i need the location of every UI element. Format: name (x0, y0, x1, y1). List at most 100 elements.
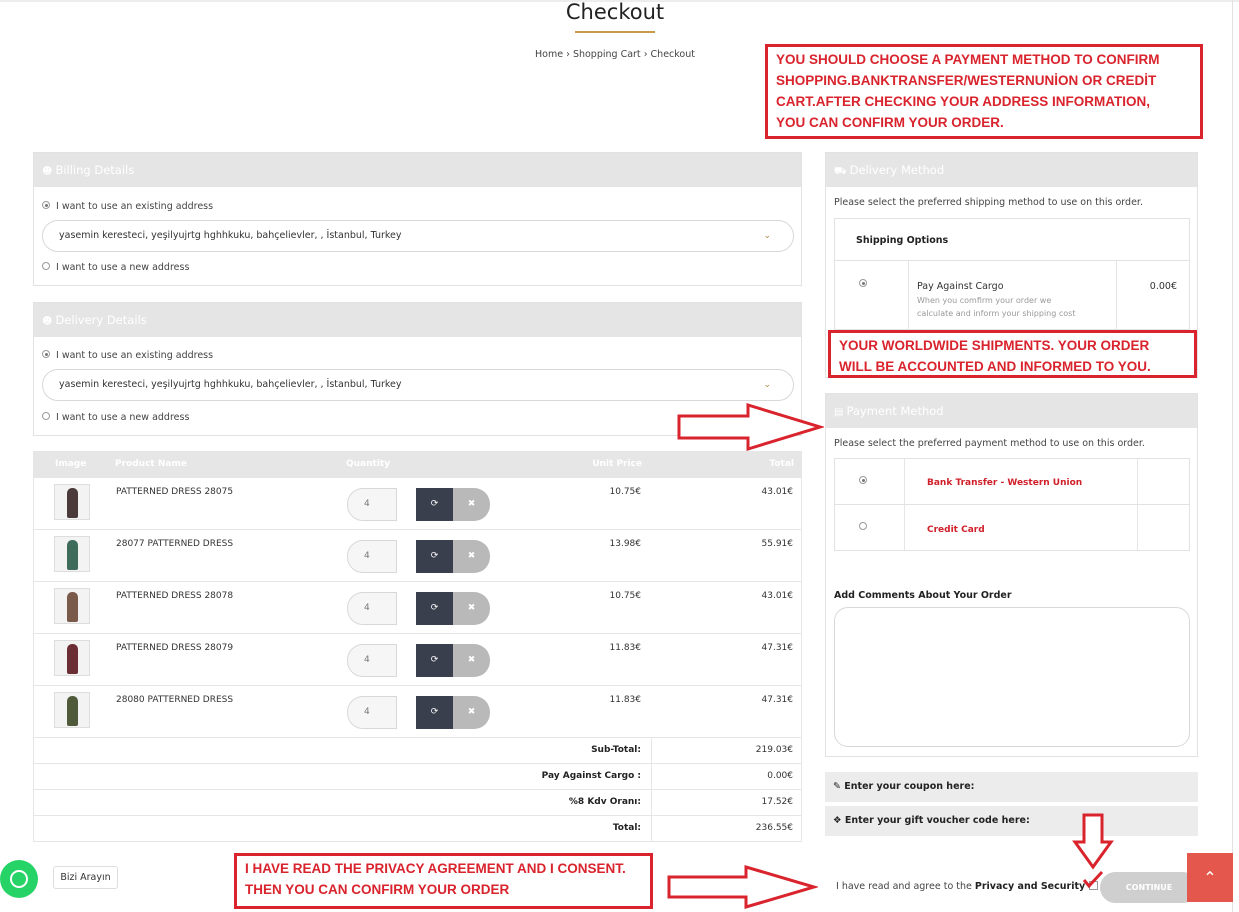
quantity-input[interactable]: 4 (347, 696, 397, 729)
refresh-button[interactable]: ⟳ (416, 644, 453, 677)
annotation-line: THEN YOU CAN CONFIRM YOUR ORDER (245, 882, 510, 897)
shipping-option-row[interactable]: Pay Against Cargo When you comfirm your … (834, 260, 1190, 330)
quantity-input[interactable]: 4 (347, 488, 397, 521)
table-row: PATTERNED DRESS 28079 4 ⟳ ✖ 11.83€ 47.31… (33, 634, 802, 686)
total-label: Total: (612, 823, 641, 833)
billing-new-radio[interactable] (42, 262, 50, 270)
shipping-option-radio[interactable] (859, 279, 867, 287)
title-underline (575, 31, 655, 33)
line-total: 43.01€ (761, 487, 794, 497)
billing-existing-radio[interactable] (42, 201, 50, 209)
remove-button[interactable]: ✖ (453, 644, 490, 677)
coupon-toggle[interactable]: ✎ Enter your coupon here: (825, 772, 1198, 802)
gift-icon: ❖ (833, 815, 842, 826)
voucher-toggle[interactable]: ❖ Enter your gift voucher code here: (825, 806, 1198, 836)
checkout-page: Checkout Home › Shopping Cart › Checkout… (0, 0, 1239, 912)
product-thumbnail[interactable] (54, 588, 90, 624)
remove-icon: ✖ (467, 551, 476, 561)
dress-image (67, 696, 78, 726)
dress-image (67, 540, 78, 570)
product-name[interactable]: 28077 PATTERNED DRESS (116, 539, 233, 549)
quantity-input[interactable]: 4 (347, 540, 397, 573)
delivery-existing-label: I want to use an existing address (56, 350, 214, 361)
product-name[interactable]: PATTERNED DRESS 28075 (116, 487, 233, 497)
whatsapp-label[interactable]: Bizi Arayın (53, 866, 118, 889)
remove-button[interactable]: ✖ (453, 592, 490, 625)
agree-text: I have read and agree to the (836, 881, 972, 892)
annotation-line: YOU CAN CONFIRM YOUR ORDER. (776, 115, 1004, 130)
quantity-input[interactable]: 4 (347, 592, 397, 625)
breadcrumb-current: Checkout (650, 49, 695, 60)
payment-method-title: Payment Method (846, 404, 944, 418)
billing-existing-option[interactable]: I want to use an existing address (42, 201, 213, 212)
delivery-method-note: Please select the preferred shipping met… (834, 197, 1143, 208)
comments-textarea[interactable] (834, 607, 1190, 747)
remove-button[interactable]: ✖ (453, 540, 490, 573)
refresh-button[interactable]: ⟳ (416, 540, 453, 573)
delivery-existing-option[interactable]: I want to use an existing address (42, 350, 213, 361)
annotation-line: YOU SHOULD CHOOSE A PAYMENT METHOD TO CO… (776, 52, 1160, 67)
delivery-new-radio[interactable] (42, 412, 50, 420)
shipping-option-desc-2: calculate and inform your shipping cost (917, 309, 1076, 318)
line-total: 43.01€ (761, 591, 794, 601)
privacy-link[interactable]: Privacy and Security (975, 881, 1085, 892)
annotation-payment: YOU SHOULD CHOOSE A PAYMENT METHOD TO CO… (765, 44, 1203, 139)
bank-transfer-radio[interactable] (859, 476, 867, 484)
remove-button[interactable]: ✖ (453, 696, 490, 729)
shipping-option-desc-1: When you comfirm your order we (917, 296, 1052, 305)
quantity-input[interactable]: 4 (347, 644, 397, 677)
refresh-button[interactable]: ⟳ (416, 488, 453, 521)
unit-price: 11.83€ (609, 695, 642, 705)
annotation-line: SHOPPING.BANKTRANSFER/WESTERNUNİON OR CR… (776, 73, 1157, 88)
refresh-button[interactable]: ⟳ (416, 592, 453, 625)
product-thumbnail[interactable] (54, 640, 90, 676)
refresh-button[interactable]: ⟳ (416, 696, 453, 729)
delivery-new-option[interactable]: I want to use a new address (42, 412, 189, 423)
product-name[interactable]: 28080 PATTERNED DRESS (116, 695, 233, 705)
whatsapp-icon[interactable] (0, 860, 38, 898)
unit-price: 11.83€ (609, 643, 642, 653)
credit-card-radio[interactable] (859, 522, 867, 530)
continue-button[interactable]: CONTINUE (1100, 872, 1198, 903)
delivery-address-select[interactable]: yasemin keresteci, yeşilyujrtg hghhkuku,… (42, 369, 794, 401)
table-row: PATTERNED DRESS 28078 4 ⟳ ✖ 10.75€ 43.01… (33, 582, 802, 634)
delivery-method-header: ⛟ Delivery Method (826, 153, 1197, 187)
product-thumbnail[interactable] (54, 692, 90, 728)
tax-row: %8 Kdv Oranı: 17.52€ (33, 790, 802, 816)
refresh-icon: ⟳ (430, 551, 439, 561)
col-total: Total (769, 459, 794, 469)
annotation-line: WILL BE ACCOUNTED AND INFORMED TO YOU. (839, 359, 1151, 374)
annotation-shipping: YOUR WORLDWIDE SHIPMENTS. YOUR ORDER WIL… (828, 330, 1197, 378)
billing-title: Billing Details (55, 163, 135, 177)
scroll-to-top-button[interactable]: ⌃ (1187, 853, 1233, 902)
remove-icon: ✖ (467, 499, 476, 509)
breadcrumb-home[interactable]: Home (535, 49, 563, 60)
total-label: Pay Against Cargo : (541, 771, 641, 781)
product-thumbnail[interactable] (54, 484, 90, 520)
breadcrumb-cart[interactable]: Shopping Cart (573, 49, 641, 60)
delivery-existing-radio[interactable] (42, 350, 50, 358)
col-product-name: Product Name (115, 459, 187, 469)
unit-price: 10.75€ (609, 591, 642, 601)
table-row: PATTERNED DRESS 28075 4 ⟳ ✖ 10.75€ 43.01… (33, 478, 802, 530)
comments-label: Add Comments About Your Order (834, 590, 1012, 601)
remove-button[interactable]: ✖ (453, 488, 490, 521)
refresh-icon: ⟳ (430, 603, 439, 613)
payment-method-header: ▤ Payment Method (826, 394, 1197, 428)
shipping-option-price: 0.00€ (1149, 281, 1177, 292)
billing-new-option[interactable]: I want to use a new address (42, 262, 189, 273)
chevron-up-icon: ⌃ (1203, 868, 1217, 887)
payment-option-credit-card[interactable]: Credit Card (834, 504, 1190, 551)
remove-icon: ✖ (467, 655, 476, 665)
billing-address-select[interactable]: yasemin keresteci, yeşilyujrtg hghhkuku,… (42, 220, 794, 252)
product-name[interactable]: PATTERNED DRESS 28079 (116, 643, 233, 653)
user-icon: ☻ (42, 316, 53, 327)
line-total: 47.31€ (761, 643, 794, 653)
chevron-down-icon: ⌄ (763, 231, 771, 241)
product-name[interactable]: PATTERNED DRESS 28078 (116, 591, 233, 601)
refresh-icon: ⟳ (430, 499, 439, 509)
privacy-agreement: I have read and agree to the Privacy and… (836, 880, 1099, 892)
payment-option-bank-transfer[interactable]: Bank Transfer - Western Union (834, 458, 1190, 505)
breadcrumb-sep: › (643, 49, 648, 60)
product-thumbnail[interactable] (54, 536, 90, 572)
